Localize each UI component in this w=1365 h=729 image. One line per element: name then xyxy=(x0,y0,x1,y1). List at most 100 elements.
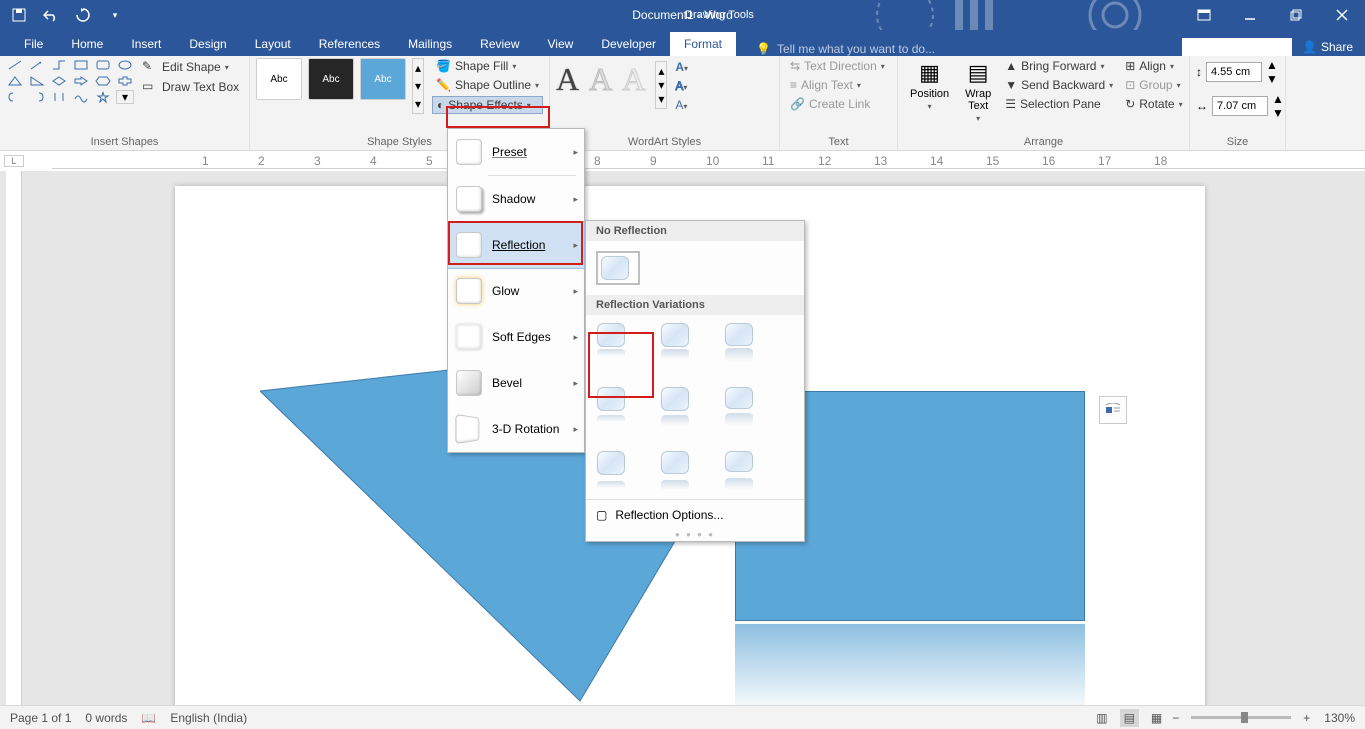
reflection-variant-5[interactable] xyxy=(658,387,692,427)
tab-insert[interactable]: Insert xyxy=(117,32,175,56)
bracket-icon[interactable] xyxy=(50,90,68,104)
shapes-gallery[interactable]: ▾ xyxy=(6,58,134,104)
scribble-icon[interactable] xyxy=(72,90,90,104)
reflection-variant-6[interactable] xyxy=(722,387,756,427)
style-thumb-2[interactable]: Abc xyxy=(308,58,354,100)
minimize-icon[interactable] xyxy=(1227,0,1273,30)
effects-3d-rotation[interactable]: 3-D Rotation▸ xyxy=(448,406,584,452)
text-outline-button[interactable]: A▾ xyxy=(675,77,688,93)
style-thumb-3[interactable]: Abc xyxy=(360,58,406,100)
bring-forward-button[interactable]: ▲Bring Forward▾ xyxy=(1001,58,1117,74)
tab-selector[interactable]: L xyxy=(4,155,24,167)
print-layout-icon[interactable]: ▤ xyxy=(1120,709,1139,727)
width-down[interactable]: ▼ xyxy=(1272,106,1284,120)
send-backward-button[interactable]: ▼Send Backward▾ xyxy=(1001,77,1117,93)
status-words[interactable]: 0 words xyxy=(85,711,127,725)
web-layout-icon[interactable]: ▦ xyxy=(1151,711,1162,725)
height-up[interactable]: ▲ xyxy=(1266,58,1278,72)
reflection-variant-2[interactable] xyxy=(658,323,692,363)
hexagon-icon[interactable] xyxy=(94,74,112,88)
shape-effects-button[interactable]: ◐Shape Effects▾ xyxy=(432,96,543,114)
shape-outline-button[interactable]: ✏️Shape Outline▾ xyxy=(432,77,543,93)
wrap-text-button[interactable]: ▤Wrap Text▾ xyxy=(959,58,997,125)
reflection-variant-9[interactable] xyxy=(722,451,756,491)
plus-icon[interactable] xyxy=(116,74,134,88)
redo-icon[interactable] xyxy=(74,6,92,24)
effects-bevel[interactable]: Bevel▸ xyxy=(448,360,584,406)
effects-reflection[interactable]: Reflection▸ xyxy=(447,221,585,269)
wordart-gallery[interactable]: A A A ▴▾▾ xyxy=(556,61,667,109)
read-mode-icon[interactable]: ▥ xyxy=(1096,711,1107,725)
no-reflection-option[interactable] xyxy=(596,251,640,285)
zoom-in-button[interactable]: + xyxy=(1303,711,1310,725)
line-icon[interactable] xyxy=(6,58,24,72)
effects-preset[interactable]: Preset▸ xyxy=(448,129,584,175)
tab-home[interactable]: Home xyxy=(57,32,117,56)
style-gallery-more[interactable]: ▴▾▾ xyxy=(412,58,424,114)
zoom-level[interactable]: 130% xyxy=(1324,711,1355,725)
star-icon[interactable] xyxy=(94,90,112,104)
draw-text-box-button[interactable]: ▭Draw Text Box xyxy=(138,78,243,96)
width-input[interactable] xyxy=(1212,96,1268,116)
tab-view[interactable]: View xyxy=(534,32,588,56)
proofing-icon[interactable]: 📖 xyxy=(141,711,156,725)
undo-icon[interactable] xyxy=(42,6,60,24)
reflection-variant-1[interactable] xyxy=(594,323,628,363)
reflection-variant-7[interactable] xyxy=(594,451,628,491)
position-button[interactable]: ▦Position▾ xyxy=(904,58,955,125)
more-shapes-icon[interactable]: ▾ xyxy=(116,90,134,104)
status-lang[interactable]: English (India) xyxy=(170,711,247,725)
right-triangle-icon[interactable] xyxy=(28,74,46,88)
triangle-icon[interactable] xyxy=(6,74,24,88)
reflection-variant-3[interactable] xyxy=(722,323,756,363)
share-button[interactable]: 👤 Share xyxy=(1302,40,1353,54)
reflection-variant-4[interactable] xyxy=(594,387,628,427)
height-input[interactable] xyxy=(1206,62,1262,82)
save-icon[interactable] xyxy=(10,6,28,24)
tab-references[interactable]: References xyxy=(305,32,394,56)
width-up[interactable]: ▲ xyxy=(1272,92,1284,106)
close-icon[interactable] xyxy=(1319,0,1365,30)
group-button[interactable]: ⊡Group▾ xyxy=(1121,77,1186,93)
wordart-thumb-3[interactable]: A xyxy=(622,61,645,109)
brace-icon[interactable] xyxy=(6,90,24,104)
zoom-slider[interactable] xyxy=(1191,716,1291,719)
reflection-variant-8[interactable] xyxy=(658,451,692,491)
effects-shadow[interactable]: Shadow▸ xyxy=(448,176,584,222)
text-fill-button[interactable]: A▾ xyxy=(675,58,688,74)
align-button[interactable]: ⊞Align▾ xyxy=(1121,58,1186,74)
customize-qat-icon[interactable]: ▾ xyxy=(106,6,124,24)
tab-layout[interactable]: Layout xyxy=(241,32,305,56)
tab-design[interactable]: Design xyxy=(175,32,240,56)
effects-glow[interactable]: Glow▸ xyxy=(448,268,584,314)
zoom-out-button[interactable]: − xyxy=(1172,711,1179,725)
tab-file[interactable]: File xyxy=(10,32,57,56)
search-input[interactable] xyxy=(1182,38,1292,56)
tab-mailings[interactable]: Mailings xyxy=(394,32,466,56)
maximize-icon[interactable] xyxy=(1273,0,1319,30)
tab-developer[interactable]: Developer xyxy=(587,32,670,56)
effects-soft-edges[interactable]: Soft Edges▸ xyxy=(448,314,584,360)
create-link-button[interactable]: 🔗Create Link xyxy=(786,96,891,112)
elbow-icon[interactable] xyxy=(50,58,68,72)
selection-pane-button[interactable]: ☰Selection Pane xyxy=(1001,96,1117,112)
wordart-thumb-2[interactable]: A xyxy=(589,61,612,109)
tab-review[interactable]: Review xyxy=(466,32,533,56)
tab-format[interactable]: Format xyxy=(670,32,736,56)
reflection-options-button[interactable]: ▢Reflection Options... xyxy=(586,499,804,530)
height-down[interactable]: ▼ xyxy=(1266,72,1278,86)
style-thumb-1[interactable]: Abc xyxy=(256,58,302,100)
edit-shape-button[interactable]: ✎Edit Shape▾ xyxy=(138,58,243,76)
status-page[interactable]: Page 1 of 1 xyxy=(10,711,71,725)
oval-icon[interactable] xyxy=(116,58,134,72)
flyout-resize-grip[interactable]: ● ● ● ● xyxy=(586,530,804,541)
brace2-icon[interactable] xyxy=(28,90,46,104)
text-effects-button[interactable]: A▾ xyxy=(675,96,688,112)
ribbon-options-icon[interactable] xyxy=(1181,0,1227,30)
shape-styles-gallery[interactable]: Abc Abc Abc ▴▾▾ xyxy=(256,58,424,114)
tell-me-search[interactable]: 💡 Tell me what you want to do... xyxy=(756,42,935,56)
rotate-button[interactable]: ↻Rotate▾ xyxy=(1121,96,1186,112)
layout-options-button[interactable] xyxy=(1099,396,1127,424)
wordart-thumb-1[interactable]: A xyxy=(556,61,579,109)
arrow-icon[interactable] xyxy=(28,58,46,72)
